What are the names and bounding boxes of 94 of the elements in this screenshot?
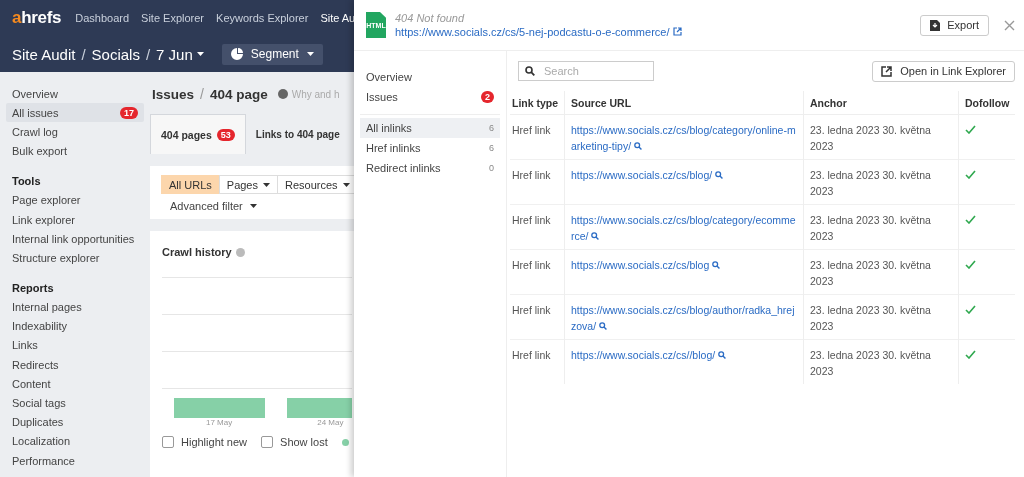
nav-link[interactable]: Dashboard (75, 12, 130, 24)
legend-dot (341, 438, 349, 446)
sidebar-item[interactable]: Crawl log (6, 122, 144, 142)
tab[interactable]: 404 pages 53 (150, 114, 246, 154)
source-url-link[interactable]: https://www.socials.cz/cs/blog/author/radka_hrejzova/ (571, 302, 797, 334)
sidebar-item[interactable]: All issues 17 (6, 103, 144, 123)
table-cell: 23. ledna 2023 30. května 2023 (803, 204, 959, 250)
table-cell: Href link (510, 114, 565, 160)
table-cell: 23. ledna 2023 30. května 2023 (803, 114, 959, 160)
table-cell: Href link (510, 159, 565, 205)
sidebar-item[interactable]: Overview (6, 84, 144, 104)
breadcrumb-item[interactable]: Site Audit (12, 45, 76, 63)
column-header: Anchor (803, 91, 959, 115)
sidebar-item[interactable]: Redirects (6, 355, 144, 375)
search-icon[interactable] (634, 142, 643, 150)
status-text: 404 Not found (395, 12, 466, 24)
page-subtitle: 404 page (209, 86, 268, 102)
search-icon (525, 66, 535, 76)
sidebar-item[interactable]: Internal link opportunities (6, 229, 144, 249)
filter-button[interactable]: All URLs (161, 175, 220, 194)
sidebar-item[interactable]: Internal pages (6, 297, 144, 317)
search-field[interactable]: Search (518, 61, 654, 81)
breadcrumb-separator: / (145, 45, 151, 63)
sidebar-item[interactable]: Indexability (6, 316, 144, 336)
checkbox[interactable] (261, 436, 274, 448)
download-icon (930, 19, 941, 31)
pie-chart-icon (230, 48, 243, 60)
sidebar-heading: Tools (11, 174, 42, 190)
column-header: Source URL (564, 91, 804, 115)
source-url-link[interactable]: https://www.socials.cz/cs/blog/category/ecommerce/ (571, 212, 797, 244)
filter-button[interactable]: Pages (218, 175, 278, 194)
open-link-explorer-button[interactable]: Open in Link Explorer (872, 60, 1015, 82)
inlinks-item[interactable]: Redirect inlinks 0 (360, 158, 500, 178)
table-cell: 23. ledna 2023 30. května 2023 (803, 249, 959, 295)
card-title: Crawl history (162, 246, 232, 258)
breadcrumb-item[interactable]: 7 Jun (156, 45, 193, 63)
page-title: Issues (152, 86, 195, 102)
sidebar-item[interactable]: Social tags (6, 393, 144, 413)
sidebar-item[interactable]: Content (6, 374, 144, 394)
table-cell: 23. ledna 2023 30. května 2023 (803, 159, 959, 205)
help-icon[interactable] (277, 89, 288, 99)
sidebar-item[interactable]: Links (6, 335, 144, 356)
nav-link[interactable]: Site Au (320, 12, 354, 24)
table-cell: 23. ledna 2023 30. května 2023 (803, 339, 959, 384)
search-icon[interactable] (599, 322, 607, 330)
nav-link[interactable]: Keywords Explorer (216, 12, 309, 24)
external-link-icon (881, 65, 893, 77)
search-icon[interactable] (718, 351, 727, 359)
inlinks-item[interactable]: All inlinks 6 (360, 118, 500, 138)
sidebar-item[interactable]: Page explorer (6, 190, 144, 210)
table-cell: 23. ledna 2023 30. května 2023 (803, 294, 959, 340)
breadcrumb-item[interactable]: Socials (91, 45, 140, 63)
search-icon[interactable] (591, 232, 600, 240)
sidebar-item[interactable]: Link explorer (6, 209, 144, 230)
column-header: Link type (510, 91, 565, 115)
nav-link[interactable]: Site Explorer (141, 12, 205, 24)
table-cell: Href link (510, 339, 565, 384)
table-cell: Href link (510, 294, 565, 340)
sidebar-item[interactable]: Performance (6, 451, 144, 471)
sidebar-item[interactable]: Bulk export (6, 141, 144, 161)
caret-icon[interactable] (196, 52, 204, 56)
close-icon[interactable] (1004, 19, 1015, 31)
column-header: Dofollow (958, 91, 1015, 115)
sidebar-item[interactable]: Structure explorer (6, 248, 144, 268)
inlinks-item[interactable]: Href inlinks 6 (360, 138, 500, 158)
url-link[interactable]: https://www.socials.cz/cs/5-nej-podcastu-o-e-commerce/ (395, 26, 921, 38)
export-button[interactable]: Export (920, 14, 989, 36)
advanced-filter-button[interactable]: Advanced filter (162, 200, 265, 212)
caret-icon (306, 52, 314, 56)
panel-nav-item[interactable]: Overview (360, 67, 500, 87)
axis-label: 17 May (206, 418, 233, 429)
table-cell: Href link (510, 204, 565, 250)
source-url-link[interactable]: https://www.socials.cz/cs/blog (571, 257, 797, 273)
checkbox-label: Highlight new (181, 436, 248, 448)
sidebar-heading: Reports (11, 281, 55, 296)
panel-nav-item[interactable]: Issues 2 (360, 87, 500, 107)
source-url-link[interactable]: https://www.socials.cz/cs//blog/ (571, 347, 797, 363)
filter-button[interactable]: Resources (277, 175, 354, 194)
segment-button[interactable]: Segment (221, 43, 323, 65)
checkbox-label: Show lost (280, 436, 328, 448)
table-cell: Href link (510, 249, 565, 295)
ahrefs-logo[interactable]: ahrefs (12, 8, 62, 28)
axis-label: 24 May (317, 418, 344, 429)
source-url-link[interactable]: https://www.socials.cz/cs/blog/ (571, 167, 797, 183)
sidebar-item[interactable]: Duplicates (6, 412, 144, 432)
external-link-icon (672, 27, 682, 36)
breadcrumb-separator: / (81, 45, 86, 63)
source-url-link[interactable]: https://www.socials.cz/cs/blog/category/online-marketing-tipy/ (571, 122, 797, 154)
sidebar-item[interactable]: Localization (6, 431, 144, 451)
checkbox[interactable] (162, 436, 174, 448)
search-icon[interactable] (715, 171, 724, 179)
caret-icon (249, 204, 257, 208)
search-icon[interactable] (712, 261, 721, 269)
title-separator: / (200, 86, 204, 102)
